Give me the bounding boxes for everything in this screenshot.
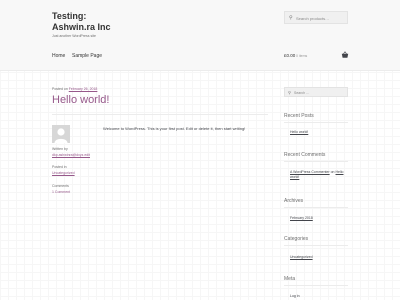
written-by-label: Written by [52,147,68,151]
posted-on-label: Posted on [52,87,68,91]
sidebar-search-input[interactable]: ⚲ Search … [284,87,348,97]
categories-divider [284,245,348,246]
cart-item-count[interactable]: 0 items [296,54,307,58]
comment-author-link[interactable]: A WordPress Commenter [290,170,330,174]
meta-divider [284,285,348,286]
comments-label: Comments [52,184,69,188]
post-content: Welcome to WordPress. This is your first… [103,126,246,131]
recent-comment-item: A WordPress Commenter on Hello world! [290,170,348,180]
posted-in-label: Posted in [52,165,67,169]
recent-comments-divider [284,161,348,162]
post-date-link[interactable]: February 26, 2018 [69,87,98,91]
comments-link[interactable]: 1 Comment [52,190,70,194]
recent-post-link[interactable]: Hello world! [290,130,308,134]
post-title-divider [52,114,268,115]
product-search-input[interactable]: ⚲ Search products… [284,11,348,24]
archive-link[interactable]: February 2018 [290,216,313,220]
cart-total[interactable]: £0.00 [284,53,295,58]
meta-title: Meta [284,276,296,282]
nav-item-home[interactable]: Home [52,53,65,59]
recent-post-item: Hello world! [290,130,308,135]
search-icon: ⚲ [289,15,293,21]
login-link[interactable]: Log in [290,294,300,298]
search-icon: ⚲ [288,90,291,95]
post-date-line: Posted on February 26, 2018 [52,87,97,91]
category-link[interactable]: Uncategorized [52,171,75,175]
site-title[interactable]: Testing: Ashwin.ra Inc [52,11,111,33]
author-link[interactable]: dkp.ashwinra@dxyz.edit [52,153,90,157]
product-search-placeholder: Search products… [296,16,330,21]
avatar-person-icon [52,125,70,143]
recent-comments-title: Recent Comments [284,152,326,158]
site-title-line1[interactable]: Testing: [52,11,111,22]
recent-posts-title: Recent Posts [284,113,314,119]
meta-item: Log in [290,294,300,299]
site-title-line2[interactable]: Ashwin.ra Inc [52,22,111,33]
nav-item-sample-page[interactable]: Sample Page [72,53,102,59]
header-divider [0,70,400,71]
archives-title: Archives [284,198,304,204]
post-title[interactable]: Hello world! [52,93,109,107]
category-widget-link[interactable]: Uncategorized [290,255,313,259]
site-description: Just another WordPress site [52,34,96,38]
category-item: Uncategorized [290,255,313,260]
sidebar-search-placeholder: Search … [294,90,310,95]
archive-item: February 2018 [290,216,313,221]
author-avatar [52,125,70,143]
categories-title: Categories [284,236,309,242]
recent-posts-divider [284,122,348,123]
archives-divider [284,207,348,208]
comment-on-label: on [330,170,335,174]
basket-icon[interactable] [341,51,349,59]
